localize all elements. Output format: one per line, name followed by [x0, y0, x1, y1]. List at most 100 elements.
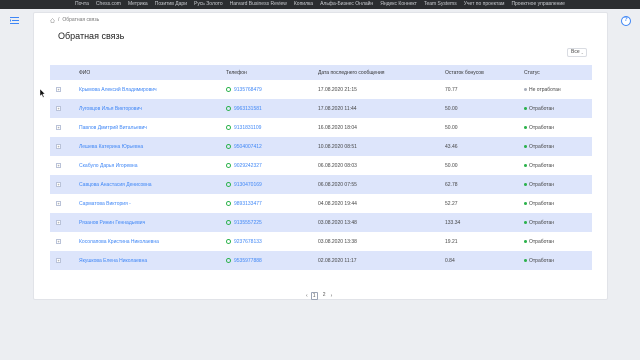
client-name-link[interactable]: Лешева Катерина Юрьевна — [79, 144, 143, 150]
bookmark-item[interactable]: Русь Золото — [194, 0, 223, 9]
expand-row-icon[interactable]: + — [56, 181, 61, 187]
bookmark-item[interactable]: Копилка — [294, 0, 313, 9]
status-text: Отработан — [529, 124, 555, 131]
client-name-link[interactable]: Якушкова Елена Николаевна — [79, 258, 147, 264]
table-row[interactable]: + Сарматова Виктория - 9893133477 04.08.202… — [50, 194, 592, 213]
bookmark-item[interactable]: Team Systems — [424, 0, 457, 9]
client-name-link[interactable]: Павлов Дмитрий Витальевич — [79, 125, 147, 131]
client-name-link[interactable]: Савцова Анастасия Денисовна — [79, 182, 152, 188]
status-text: Отработан — [529, 105, 555, 112]
status-text: Отработан — [529, 257, 555, 264]
client-name-link[interactable]: Скабуло Дарья Игоревна — [79, 163, 137, 169]
table-row[interactable]: + Луговцов Илья Викторович 9963131581 17.08… — [50, 99, 592, 118]
table-row[interactable]: + Крымова Алексий Владимирович 9135768479 1… — [50, 80, 592, 99]
bookmark-item[interactable]: Проектное управление — [511, 0, 565, 9]
table-row[interactable]: + Рязанов Ринин Геннадьевич 9135557225 03.0… — [50, 213, 592, 232]
whatsapp-icon — [226, 144, 231, 149]
bonus-balance: 50.00 — [445, 105, 458, 112]
status-dot-icon — [524, 240, 527, 243]
expand-row-icon[interactable]: + — [56, 86, 61, 92]
expand-row-icon[interactable]: + — [56, 124, 61, 130]
bookmark-item[interactable]: Учет по проектам — [464, 0, 505, 9]
header-phone[interactable]: Телефон — [226, 70, 318, 76]
last-message-date: 10.08.2020 08:51 — [318, 143, 357, 150]
bonus-balance: 52.27 — [445, 200, 458, 207]
phone-link[interactable]: 9504007412 — [226, 144, 318, 150]
breadcrumb: / Обратная связь — [50, 17, 99, 23]
status-dot-icon — [524, 107, 527, 110]
last-message-date: 17.08.2020 21:15 — [318, 86, 357, 93]
whatsapp-icon — [226, 163, 231, 168]
table-row[interactable]: + Павлов Дмитрий Витальевич 9131831109 16.0… — [50, 118, 592, 137]
status-text: Отработан — [529, 219, 555, 226]
whatsapp-icon — [226, 239, 231, 244]
phone-link[interactable]: 9131831109 — [226, 125, 318, 131]
prev-page-icon[interactable]: ‹ — [306, 293, 308, 299]
bookmark-item[interactable]: Позитив Дари — [155, 0, 187, 9]
mouse-cursor-icon — [40, 89, 46, 98]
phone-number: 9963131581 — [234, 105, 262, 112]
header-bonus[interactable]: Остаток бонусов — [445, 70, 524, 76]
last-message-date: 04.08.2020 19:44 — [318, 200, 357, 207]
bookmark-item[interactable]: Harvard Business Review — [230, 0, 287, 9]
bookmark-item[interactable]: Chess.com — [96, 0, 121, 9]
phone-link[interactable]: 9535977888 — [226, 258, 318, 264]
phone-number: 9029242327 — [234, 162, 262, 169]
bookmark-item[interactable]: Яндекс Коннект — [380, 0, 417, 9]
phone-link[interactable]: 9237678133 — [226, 239, 318, 245]
status-dot-icon — [524, 183, 527, 186]
home-icon[interactable] — [50, 17, 55, 23]
page-title: Обратная связь — [58, 31, 125, 41]
whatsapp-icon — [226, 87, 231, 92]
phone-link[interactable]: 9963131581 — [226, 106, 318, 112]
bonus-balance: 62.78 — [445, 181, 458, 188]
phone-link[interactable]: 9893133477 — [226, 201, 318, 207]
help-button[interactable]: ? — [621, 16, 631, 26]
client-name-link[interactable]: Рязанов Ринин Геннадьевич — [79, 220, 145, 226]
phone-link[interactable]: 9130470169 — [226, 182, 318, 188]
menu-icon[interactable] — [10, 16, 19, 25]
client-name-link[interactable]: Сарматова Виктория - — [79, 201, 131, 207]
status-text: Отработан — [529, 181, 555, 188]
expand-row-icon[interactable]: + — [56, 219, 61, 225]
expand-row-icon[interactable]: + — [56, 162, 61, 168]
table-row[interactable]: + Лешева Катерина Юрьевна 9504007412 10.08.… — [50, 137, 592, 156]
status-filter-select[interactable]: Все ⌄ — [567, 48, 587, 57]
client-name-link[interactable]: Крымова Алексий Владимирович — [79, 87, 157, 93]
expand-row-icon[interactable]: + — [56, 238, 61, 244]
last-message-date: 06.08.2020 08:03 — [318, 162, 357, 169]
bookmark-item[interactable]: Почта — [75, 0, 89, 9]
header-date[interactable]: Дата последнего сообщения — [318, 70, 445, 76]
status-badge: Отработан — [524, 182, 592, 188]
table-row[interactable]: + Скабуло Дарья Игоревна 9029242327 06.08.2… — [50, 156, 592, 175]
bookmark-item[interactable]: Метрика — [128, 0, 148, 9]
status-dot-icon — [524, 259, 527, 262]
phone-link[interactable]: 9135557225 — [226, 220, 318, 226]
status-dot-icon — [524, 145, 527, 148]
table-row[interactable]: + Якушкова Елена Николаевна 9535977888 02.0… — [50, 251, 592, 270]
page-1[interactable]: 1 — [310, 292, 318, 300]
table-row[interactable]: + Савцова Анастасия Денисовна 9130470169 06… — [50, 175, 592, 194]
next-page-icon[interactable]: › — [331, 293, 333, 299]
expand-row-icon[interactable]: + — [56, 105, 61, 111]
status-dot-icon — [524, 202, 527, 205]
last-message-date: 03.08.2020 13:48 — [318, 219, 357, 226]
expand-row-icon[interactable]: + — [56, 143, 61, 149]
phone-link[interactable]: 9029242327 — [226, 163, 318, 169]
phone-link[interactable]: 9135768479 — [226, 87, 318, 93]
expand-row-icon[interactable]: + — [56, 257, 61, 263]
chevron-down-icon: ⌄ — [580, 50, 584, 55]
bookmark-item[interactable]: Альфа-Бизнес Онлайн — [320, 0, 373, 9]
client-name-link[interactable]: Косолапова Кристина Николаевна — [79, 239, 159, 245]
phone-number: 9131831109 — [234, 124, 262, 131]
status-dot-icon — [524, 164, 527, 167]
whatsapp-icon — [226, 125, 231, 130]
header-status[interactable]: Статус — [524, 70, 592, 76]
page-2[interactable]: 2 — [321, 292, 328, 300]
pagination: ‹ 1 2 › — [306, 292, 332, 300]
whatsapp-icon — [226, 258, 231, 263]
client-name-link[interactable]: Луговцов Илья Викторович — [79, 106, 142, 112]
expand-row-icon[interactable]: + — [56, 200, 61, 206]
table-row[interactable]: + Косолапова Кристина Николаевна 923767813… — [50, 232, 592, 251]
header-name[interactable]: ФИО — [79, 70, 226, 76]
